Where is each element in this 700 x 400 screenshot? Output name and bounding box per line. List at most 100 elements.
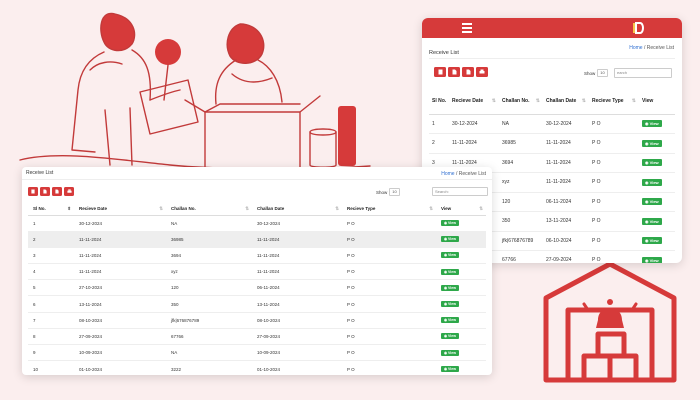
page-length-select[interactable]: 10 (597, 69, 608, 77)
page-length-select[interactable]: 10 (389, 188, 400, 196)
table-cell: 30-12-2024 (252, 214, 342, 232)
sort-icon: ⇅ (631, 97, 636, 104)
print-button[interactable] (476, 67, 488, 77)
excel-button[interactable] (462, 67, 474, 77)
view-button[interactable]: ◉ View (441, 236, 459, 243)
table-cell: 27-09-2024 (252, 327, 342, 345)
copy-icon (31, 189, 35, 194)
column-header-receive-type[interactable]: Recieve Type ⇅ (589, 88, 639, 115)
copy-button[interactable] (434, 67, 446, 77)
table-cell: P O (589, 133, 639, 153)
view-cell: ◉ View (436, 214, 486, 232)
copy-icon (438, 69, 442, 75)
print-icon (66, 189, 72, 193)
view-button[interactable]: ◉ View (441, 268, 459, 275)
csv-button[interactable] (448, 67, 460, 77)
view-cell: ◉ View (639, 113, 675, 134)
page-length-control: Show 10 (376, 188, 400, 196)
view-label: View (448, 350, 456, 355)
table-cell: P O (342, 311, 436, 329)
table-cell: 08-10-2024 (74, 311, 166, 329)
column-header-challan-no[interactable]: Challan No. ⇅ (166, 202, 252, 216)
view-button[interactable]: ◉ View (441, 333, 459, 340)
view-button[interactable]: ◉ View (642, 217, 662, 225)
view-cell: ◉ View (436, 295, 486, 313)
table-cell: jfk|676876789 (166, 311, 252, 329)
table-row: 9 10-09-2024 NA 10-09-2024 P O ◉ View (28, 343, 486, 361)
view-button[interactable]: ◉ View (642, 256, 662, 263)
column-header-sl-no[interactable]: Sl No. ⬍ (28, 202, 74, 216)
view-button[interactable]: ◉ View (441, 317, 459, 324)
table-cell: P O (342, 279, 436, 296)
table-cell: 10-09-2024 (74, 343, 166, 361)
table-cell: P O (589, 230, 639, 251)
column-header-receive-date[interactable]: Recieve Date ⇅ (449, 88, 499, 115)
table-row: 2 11-11-2024 36985 11-11-2024 P O ◉ View (429, 133, 675, 153)
excel-button[interactable] (52, 187, 62, 196)
warehouse-alarm-icon (543, 261, 677, 383)
view-button[interactable]: ◉ View (642, 159, 662, 167)
view-label: View (448, 302, 456, 307)
table-cell: 10-09-2024 (252, 343, 342, 361)
copy-button[interactable] (28, 187, 38, 196)
table-cell: P O (342, 246, 436, 264)
table-cell: P O (589, 250, 639, 263)
table-cell: 06-11-2024 (252, 279, 342, 296)
view-button[interactable]: ◉ View (642, 198, 662, 206)
view-cell: ◉ View (639, 191, 675, 212)
view-cell: ◉ View (436, 311, 486, 329)
table-cell: 3694 (166, 246, 252, 264)
column-header-receive-date[interactable]: Recieve Date ⇅ (74, 202, 166, 216)
table-cell: P O (342, 214, 436, 232)
breadcrumb-home[interactable]: Home (629, 45, 642, 51)
column-header-view[interactable]: View (639, 88, 675, 115)
export-buttons (28, 187, 74, 196)
view-button[interactable]: ◉ View (441, 220, 459, 227)
view-cell: ◉ View (436, 279, 486, 296)
view-button[interactable]: ◉ View (441, 284, 459, 291)
column-header-receive-type[interactable]: Recieve Type ⇅ (342, 202, 436, 216)
table-cell: 350 (499, 211, 543, 231)
view-button[interactable]: ◉ View (642, 178, 662, 186)
table-cell: 27-10-2024 (74, 279, 166, 296)
table-cell: 11-11-2024 (252, 246, 342, 264)
sort-icon: ⇅ (335, 205, 339, 211)
search-input[interactable]: Search: (432, 187, 488, 196)
search-input[interactable]: earch (614, 68, 672, 78)
view-button[interactable]: ◉ View (441, 252, 459, 259)
column-header-challan-date[interactable]: Challan Date ⇅ (543, 88, 589, 115)
view-button[interactable]: ◉ View (441, 349, 459, 356)
view-label: View (448, 318, 456, 323)
column-header-view[interactable]: View ⇅ (436, 202, 486, 216)
view-button[interactable]: ◉ View (642, 120, 662, 128)
csv-button[interactable] (40, 187, 50, 196)
hamburger-icon[interactable] (462, 23, 472, 33)
sort-icon: ⬍ (67, 205, 71, 211)
view-button[interactable]: ◉ View (441, 366, 459, 373)
breadcrumb-current: Receive List (458, 171, 486, 177)
brand-logo-icon[interactable] (632, 21, 646, 35)
column-header-sl-no[interactable]: Sl No. ↑↓ (429, 88, 449, 115)
table-cell: 1 (28, 214, 74, 232)
view-cell: ◉ View (436, 263, 486, 280)
column-header-challan-no[interactable]: Challan No. ⇅ (499, 88, 543, 115)
column-header-challan-date[interactable]: Challan Date ⇅ (252, 202, 342, 216)
sort-icon: ↑↓ (441, 97, 446, 104)
view-button[interactable]: ◉ View (642, 237, 662, 245)
view-cell: ◉ View (436, 327, 486, 345)
view-cell: ◉ View (639, 250, 675, 263)
table-cell: 11-11-2024 (543, 152, 589, 173)
front-app-window: Receive List Home / Receive List Show 10… (22, 167, 492, 375)
view-button[interactable]: ◉ View (441, 301, 459, 308)
view-label: View (649, 257, 659, 263)
table-cell: NA (166, 214, 252, 232)
table-cell: P O (342, 230, 436, 248)
table-cell: NA (499, 113, 543, 134)
view-button[interactable]: ◉ View (642, 139, 662, 147)
breadcrumb-separator: / (455, 171, 458, 177)
breadcrumb-home[interactable]: Home (441, 171, 454, 177)
table-cell: P O (589, 191, 639, 212)
table-cell: 3222 (166, 360, 252, 375)
show-label: Show (584, 70, 596, 76)
print-button[interactable] (64, 187, 74, 196)
